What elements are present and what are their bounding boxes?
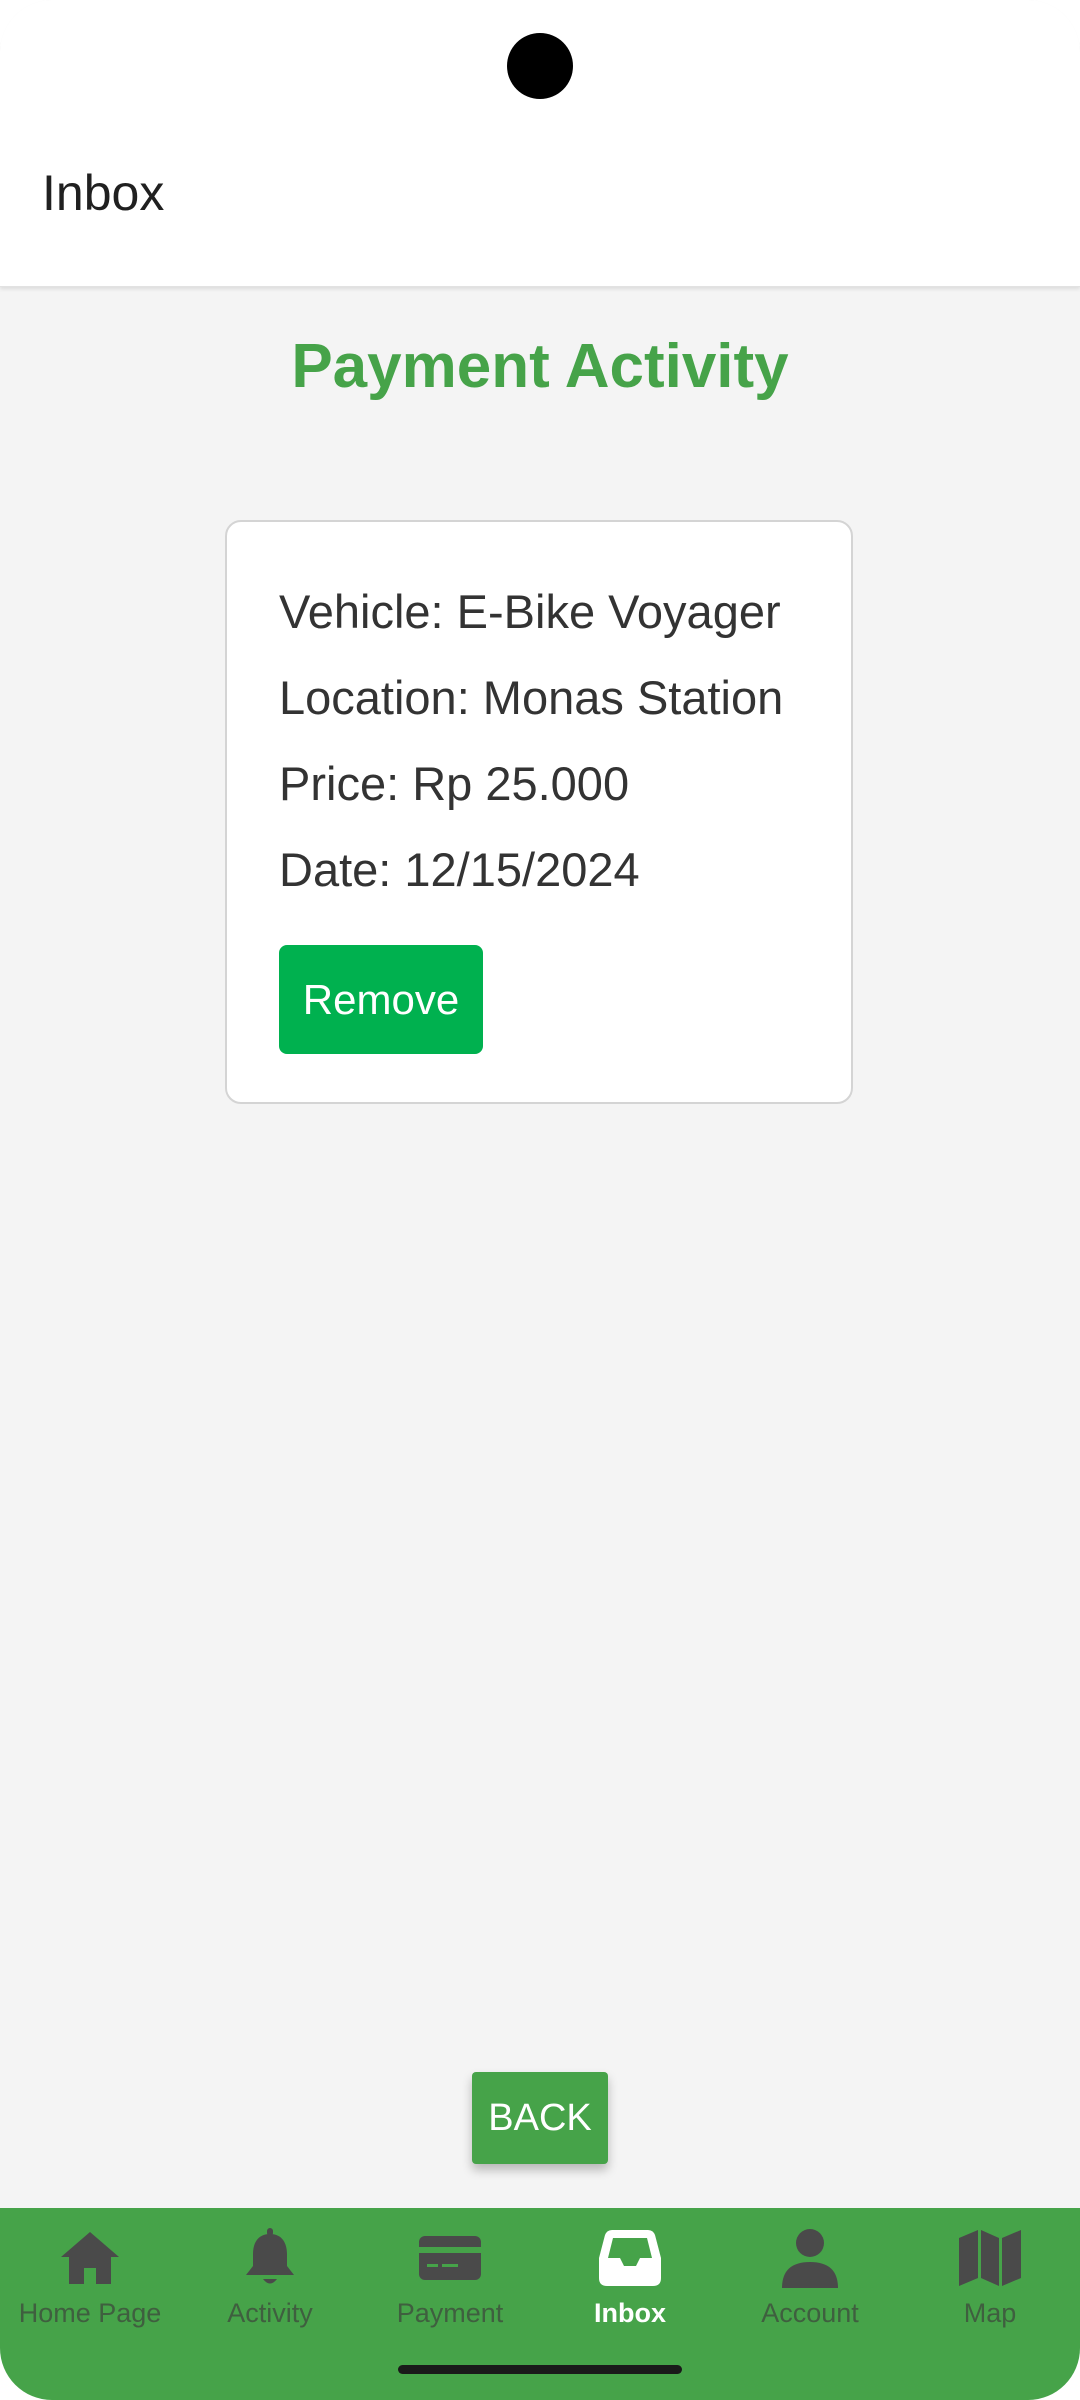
date-text: Date: 12/15/2024 — [279, 843, 640, 896]
inbox-icon — [598, 2226, 662, 2290]
price-text: Price: Rp 25.000 — [279, 757, 630, 810]
nav-item-activity[interactable]: Activity — [180, 2208, 360, 2338]
nav-label-account: Account — [761, 2298, 859, 2328]
bell-icon — [238, 2226, 302, 2290]
nav-label-map: Map — [963, 2298, 1017, 2328]
app-bar: Inbox — [0, 0, 1080, 287]
nav-label-home: Home Page — [18, 2298, 162, 2328]
app-screen: Inbox Payment Activity Vehicle: E-Bike V… — [0, 0, 1080, 2400]
vehicle-text: Vehicle: E-Bike Voyager — [279, 585, 781, 638]
nav-item-home[interactable]: Home Page — [0, 2208, 180, 2338]
nav-item-payment[interactable]: Payment — [360, 2208, 540, 2338]
nav-label-payment: Payment — [396, 2298, 504, 2328]
page-title: Inbox — [42, 165, 165, 221]
nav-item-inbox[interactable]: Inbox — [540, 2208, 720, 2338]
nav-label-inbox: Inbox — [594, 2298, 666, 2328]
payment-activity-heading: Payment Activity — [291, 332, 789, 401]
bottom-navigation: Home Page Activity Payment Inbox Account… — [0, 2208, 1080, 2400]
gesture-home-indicator[interactable] — [398, 2365, 682, 2374]
nav-item-account[interactable]: Account — [720, 2208, 900, 2338]
home-icon — [58, 2226, 122, 2290]
location-text: Location: Monas Station — [279, 671, 784, 724]
back-button[interactable]: BACK — [472, 2072, 608, 2164]
nav-item-map[interactable]: Map — [900, 2208, 1080, 2338]
remove-button[interactable]: Remove — [279, 945, 483, 1054]
map-icon — [958, 2226, 1022, 2290]
credit-card-icon — [418, 2226, 482, 2290]
user-icon — [778, 2226, 842, 2290]
camera-cutout — [507, 33, 573, 99]
nav-label-activity: Activity — [227, 2298, 313, 2328]
payment-card: Vehicle: E-Bike Voyager Location: Monas … — [225, 520, 853, 1104]
